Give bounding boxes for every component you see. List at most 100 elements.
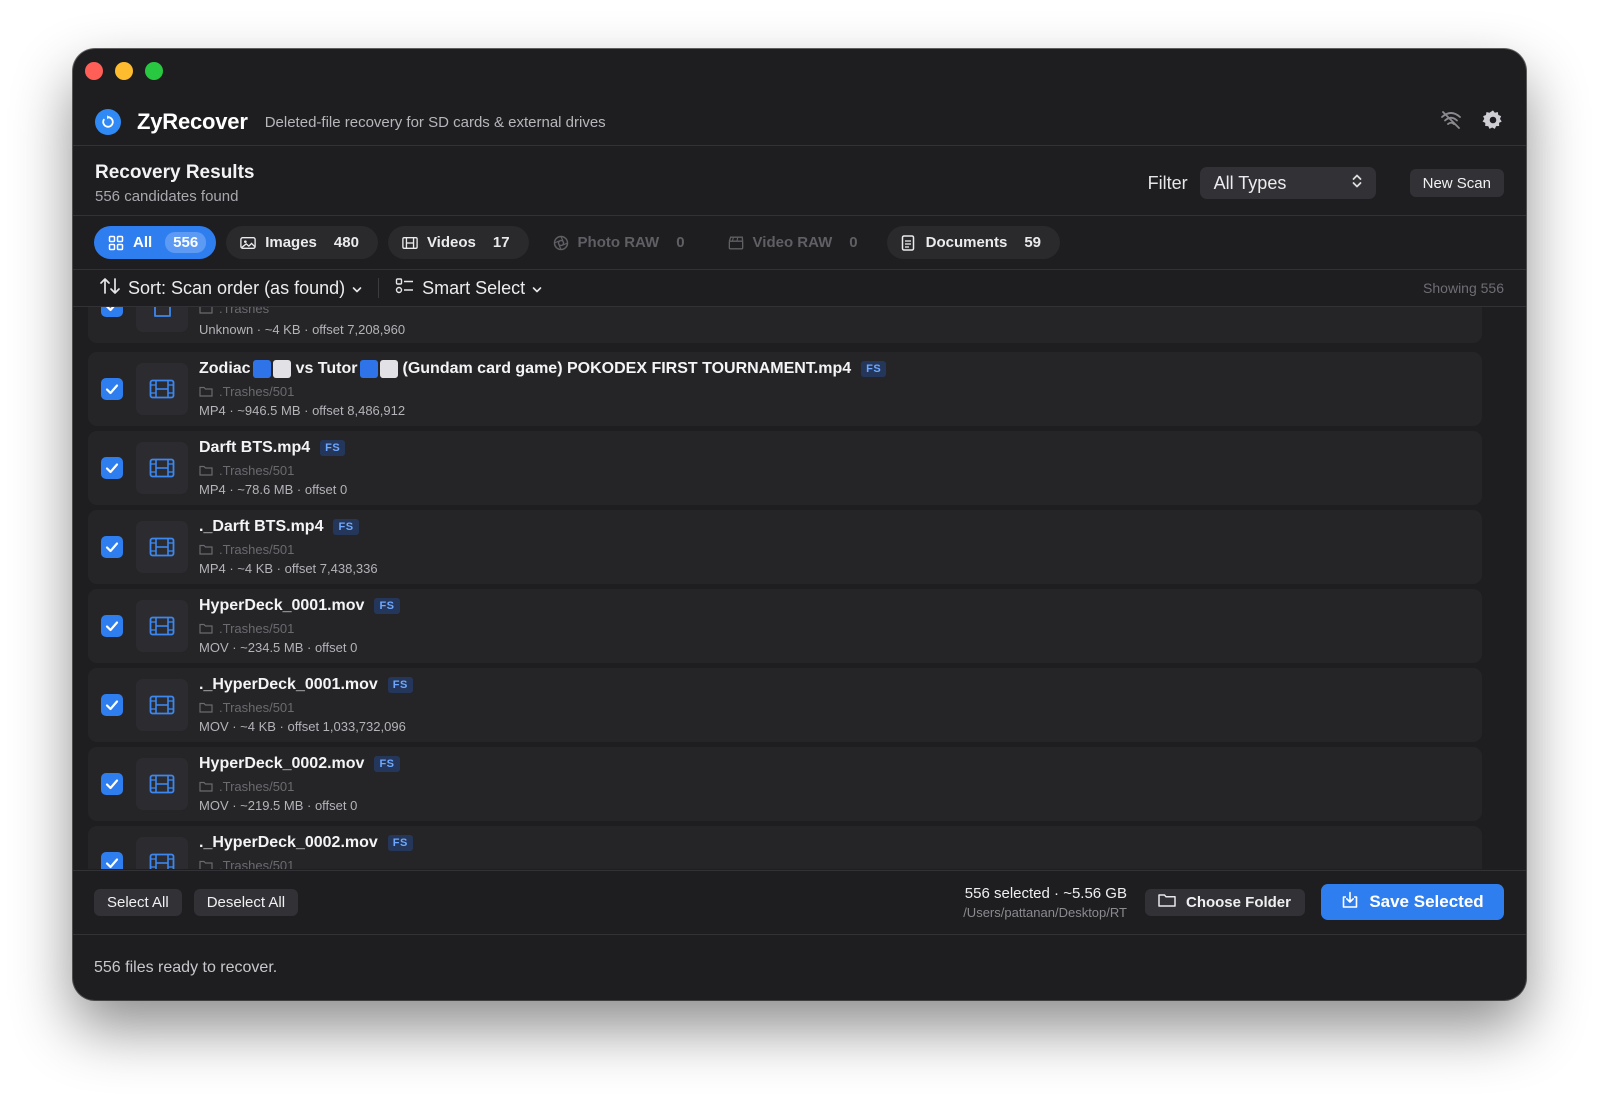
sort-label: Sort: Scan order (as found)	[128, 277, 346, 298]
folder-icon	[199, 702, 213, 713]
checkbox[interactable]	[101, 457, 123, 479]
sort-menu[interactable]: Sort: Scan order (as found)	[99, 277, 362, 300]
list-item[interactable]: .Trashes Unknown · ~4 KB · offset 7,208,…	[88, 307, 1482, 343]
list-toolbar: Sort: Scan order (as found) Smart Select…	[73, 270, 1526, 306]
fs-badge: FS	[861, 361, 887, 377]
tab-label: All	[133, 234, 153, 251]
results-divider	[73, 215, 1526, 216]
tab-documents[interactable]: Documents 59	[886, 226, 1060, 259]
emoji-square	[379, 360, 398, 378]
smart-select-label: Smart Select	[422, 277, 526, 298]
film-icon	[136, 600, 188, 652]
checkbox[interactable]	[101, 773, 123, 795]
tab-all[interactable]: All 556	[94, 226, 217, 259]
tab-videos[interactable]: Videos 17	[387, 226, 529, 259]
checklist-icon	[395, 277, 415, 300]
filter-select[interactable]: All Types	[1199, 167, 1376, 199]
wifi-off-icon[interactable]	[1440, 110, 1462, 135]
close-window-button[interactable]	[85, 62, 103, 80]
app-subtitle: Deleted-file recovery for SD cards & ext…	[264, 113, 606, 131]
folder-icon	[199, 386, 213, 397]
checkbox[interactable]	[101, 307, 123, 317]
checkbox[interactable]	[101, 378, 123, 400]
folder-icon	[199, 465, 213, 476]
list-item[interactable]: ._HyperDeck_0002.mov FS .Trashes/501	[88, 826, 1482, 869]
file-name: HyperDeck_0002.mov FS	[199, 755, 400, 773]
list-item[interactable]: HyperDeck_0002.mov FS .Trashes/501 MOV · …	[88, 747, 1482, 821]
folder-icon	[199, 860, 213, 869]
file-path: .Trashes/501	[199, 700, 294, 715]
sort-arrows-icon	[99, 277, 121, 300]
window-controls	[85, 62, 163, 80]
emoji-square	[252, 360, 271, 378]
selection-count: 556 selected · ~5.56 GB	[964, 884, 1127, 902]
checkbox[interactable]	[101, 852, 123, 869]
new-scan-button[interactable]: New Scan	[1409, 169, 1504, 197]
choose-folder-label: Choose Folder	[1185, 893, 1291, 911]
film-icon	[136, 679, 188, 731]
fs-badge: FS	[374, 598, 400, 614]
choose-folder-button[interactable]: Choose Folder	[1144, 888, 1305, 916]
deselect-all-button[interactable]: Deselect All	[193, 888, 299, 916]
toolbar-divider	[378, 278, 380, 298]
fs-badge: FS	[320, 440, 346, 456]
tab-count: 17	[492, 234, 510, 251]
list-item[interactable]: ._HyperDeck_0001.mov FS .Trashes/501 MOV …	[88, 668, 1482, 742]
tab-photo-raw[interactable]: Photo RAW 0	[539, 226, 704, 259]
grid-icon	[108, 235, 124, 251]
aperture-icon	[553, 235, 569, 251]
fs-badge: FS	[387, 835, 413, 851]
film-icon	[136, 837, 188, 869]
gear-icon[interactable]	[1482, 109, 1504, 136]
file-path: .Trashes/501	[199, 463, 294, 478]
list-item[interactable]: Zodiac vs Tutor (Gundam card game) POKOD…	[88, 352, 1482, 426]
file-path: .Trashes	[199, 307, 269, 316]
file-name: Darft BTS.mp4 FS	[199, 439, 346, 457]
checkbox[interactable]	[101, 536, 123, 558]
app-window: ZyRecover Deleted-file recovery for SD c…	[73, 49, 1526, 1000]
file-list[interactable]: .Trashes Unknown · ~4 KB · offset 7,208,…	[88, 307, 1482, 869]
emoji-square	[272, 360, 291, 378]
film-icon	[136, 758, 188, 810]
tab-video-raw[interactable]: Video RAW 0	[714, 226, 877, 259]
file-name: HyperDeck_0001.mov FS	[199, 597, 400, 615]
file-path: .Trashes/501	[199, 384, 294, 399]
action-bar: Select All Deselect All 556 selected · ~…	[73, 870, 1526, 933]
film-icon	[136, 442, 188, 494]
results-title: Recovery Results	[95, 161, 255, 183]
checkbox[interactable]	[101, 615, 123, 637]
destination-path: /Users/pattanan/Desktop/RT	[963, 904, 1127, 920]
tab-label: Video RAW	[752, 234, 833, 251]
tab-count: 556	[165, 232, 207, 253]
results-count: 556 candidates found	[95, 187, 239, 205]
file-meta: MOV · ~4 KB · offset 1,033,732,096	[199, 719, 406, 734]
status-text: 556 files ready to recover.	[94, 958, 278, 976]
tab-images[interactable]: Images 480	[226, 226, 378, 259]
list-item[interactable]: HyperDeck_0001.mov FS .Trashes/501 MOV · …	[88, 589, 1482, 663]
file-meta: MOV · ~234.5 MB · offset 0	[199, 640, 358, 655]
type-tabs: All 556 Images 480 Videos 17 Photo RAW 0…	[94, 226, 1060, 259]
tab-count: 59	[1024, 234, 1041, 251]
document-icon	[136, 307, 188, 332]
file-meta: MP4 · ~946.5 MB · offset 8,486,912	[199, 403, 406, 418]
tab-label: Photo RAW	[577, 234, 660, 251]
tab-count: 480	[333, 234, 359, 251]
header-divider	[73, 145, 1526, 146]
list-item[interactable]: Darft BTS.mp4 FS .Trashes/501 MP4 · ~78.6…	[88, 431, 1482, 505]
file-path: .Trashes/501	[199, 858, 294, 869]
folder-icon	[199, 307, 213, 314]
save-selected-button[interactable]: Save Selected	[1321, 884, 1504, 920]
minimize-window-button[interactable]	[115, 62, 133, 80]
results-header: Recovery Results 556 candidates found Fi…	[73, 149, 1526, 217]
checkbox[interactable]	[101, 694, 123, 716]
tab-count: 0	[849, 234, 858, 251]
image-icon	[240, 235, 256, 251]
list-item[interactable]: ._Darft BTS.mp4 FS .Trashes/501 MP4 · ~4 …	[88, 510, 1482, 584]
zoom-window-button[interactable]	[145, 62, 163, 80]
film-icon	[402, 235, 418, 251]
save-selected-label: Save Selected	[1369, 892, 1484, 911]
showing-count: Showing 556	[1423, 280, 1504, 296]
smart-select-menu[interactable]: Smart Select	[395, 277, 542, 300]
file-name: Zodiac vs Tutor (Gundam card game) POKOD…	[199, 360, 887, 378]
select-all-button[interactable]: Select All	[94, 888, 182, 916]
